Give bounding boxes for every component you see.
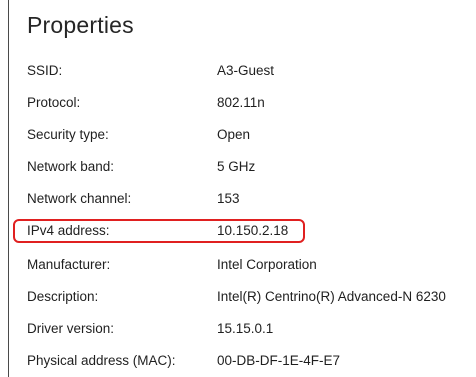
property-row-ssid: SSID: A3-Guest (27, 60, 476, 82)
property-value: Intel(R) Centrino(R) Advanced-N 6230 (217, 289, 446, 304)
property-row-ipv4-address: IPv4 address: 10.150.2.18 (27, 220, 476, 242)
property-row-security-type: Security type: Open (27, 124, 476, 146)
property-row-description: Description: Intel(R) Centrino(R) Advanc… (27, 286, 476, 308)
property-label: Manufacturer: (27, 257, 111, 272)
property-value: 00-DB-DF-1E-4F-E7 (217, 353, 341, 368)
property-label: Protocol: (27, 95, 81, 110)
property-value: 15.15.0.1 (217, 321, 274, 336)
property-label: IPv4 address: (27, 223, 110, 238)
property-label: Driver version: (27, 321, 115, 336)
property-value: 5 GHz (217, 159, 256, 174)
property-label: SSID: (27, 63, 63, 78)
property-value: Intel Corporation (217, 257, 317, 272)
left-divider (8, 0, 9, 377)
property-row-protocol: Protocol: 802.11n (27, 92, 476, 114)
page-title: Properties (27, 12, 134, 38)
property-row-manufacturer: Manufacturer: Intel Corporation (27, 254, 476, 276)
property-row-network-band: Network band: 5 GHz (27, 156, 476, 178)
property-label: Physical address (MAC): (27, 353, 176, 368)
property-label: Description: (27, 289, 99, 304)
property-row-network-channel: Network channel: 153 (27, 188, 476, 210)
property-row-driver-version: Driver version: 15.15.0.1 (27, 318, 476, 340)
property-value: 153 (217, 191, 240, 206)
property-value: Open (217, 127, 251, 142)
property-value: 10.150.2.18 (217, 223, 289, 238)
property-row-physical-address: Physical address (MAC): 00-DB-DF-1E-4F-E… (27, 350, 476, 372)
property-label: Network band: (27, 159, 115, 174)
property-label: Network channel: (27, 191, 132, 206)
property-value: A3-Guest (217, 63, 275, 78)
property-label: Security type: (27, 127, 109, 142)
property-value: 802.11n (217, 95, 265, 110)
